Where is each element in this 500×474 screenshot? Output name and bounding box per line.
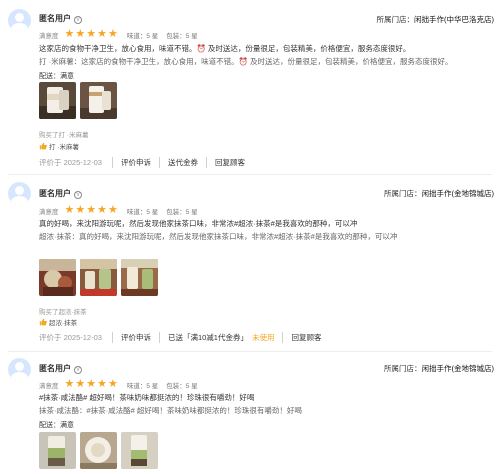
review-reply-text: 超浓·抹茶：真的好喝，来沈阳游玩呢，然后发现他家抹茶口味，非常浓#超浓·抹茶#是… — [39, 232, 398, 241]
review-photos — [39, 259, 162, 296]
coupon-status: 已送「满10减1代金券」 未使用 — [158, 332, 283, 343]
review-photo[interactable] — [39, 259, 76, 296]
delivery-rating: 配送：满意 — [39, 73, 74, 80]
star-icon: ★ — [97, 204, 107, 216]
star-icon: ★ — [75, 204, 86, 216]
review-footer: 评价于 2025-12-03 评价申诉 送代金券 回复顾客 — [39, 157, 253, 168]
avatar — [8, 358, 31, 381]
review-photo[interactable] — [39, 82, 76, 119]
review-card: 匿名用户 V 所属门店：闲拙手作(中华巴洛克店) 满意度 ★ ★ ★ ★ ★ 味道：5 星… — [0, 0, 500, 175]
taste-rating: 味道：5 星 — [126, 208, 159, 216]
star-icon: ★ — [86, 378, 97, 390]
store-name: 闲拙手作(中华巴洛克店) — [414, 15, 494, 24]
review-card: 匿名用户 V 所属门店：闲拙手作(金地锦城店) 满意度 ★ ★ ★ ★ ★ 味道：5 星 … — [0, 175, 500, 352]
send-coupon-button[interactable]: 送代金券 — [158, 157, 206, 168]
star-icon: ★ — [75, 28, 86, 40]
rating-row: 满意度 ★ ★ ★ ★ ★ 味道：5 星 包装：5 星 — [39, 379, 198, 390]
star-icon: ★ — [86, 204, 97, 216]
packaging-rating: 包装：5 星 — [166, 32, 198, 40]
bought-item-text: 购买了打 ·米麻薯 — [39, 132, 89, 139]
star-icon: ★ — [97, 378, 107, 390]
product-name: 打 ·米麻薯 — [49, 144, 79, 151]
store-info: 所属门店：闲拙手作(中华巴洛克店) — [376, 15, 495, 24]
satisfaction-label: 满意度 — [39, 32, 59, 40]
review-footer: 评价于 2025-12-03 评价申诉 已送「满10减1代金券」 未使用 回复顾客 — [39, 332, 329, 343]
satisfaction-label: 满意度 — [39, 382, 59, 390]
product-tag[interactable]: 超浓·抹茶 — [39, 317, 77, 327]
review-text: #抹茶·咸法酪# 超好喝！茶味奶味都挺浓的！珍珠很有嚼劲！好喝 — [39, 393, 255, 402]
taste-rating: 味道：5 星 — [126, 382, 159, 390]
review-text: 真的好喝，来沈阳游玩呢，然后发现他家抹茶口味，非常浓#超浓·抹茶#是我喜欢的那种… — [39, 219, 358, 228]
review-photo[interactable] — [121, 432, 158, 469]
reply-customer-button[interactable]: 回复顾客 — [282, 332, 329, 343]
star-icon: ★ — [86, 28, 97, 40]
star-icon: ★ — [108, 28, 118, 40]
verified-icon: V — [74, 191, 82, 199]
verified-icon: V — [74, 16, 82, 24]
review-date: 评价于 2025-12-03 — [39, 158, 102, 167]
review-text: 这家店的食物干净卫生，放心食用，味道不错。⏰ 及时送达，份量很足，包装精美，价格… — [39, 44, 411, 53]
star-rating: ★ ★ ★ ★ ★ — [65, 379, 119, 390]
coupon-unused-badge: 未使用 — [251, 333, 275, 342]
star-rating: ★ ★ ★ ★ ★ — [65, 205, 119, 216]
review-photo[interactable] — [121, 259, 158, 296]
product-name: 超浓·抹茶 — [49, 320, 78, 327]
review-photo[interactable] — [80, 259, 117, 296]
appeal-review-button[interactable]: 评价申诉 — [111, 332, 159, 343]
review-photo[interactable] — [80, 432, 117, 469]
review-photo[interactable] — [39, 432, 76, 469]
appeal-review-button[interactable]: 评价申诉 — [111, 157, 159, 168]
store-name: 闲拙手作(金地锦城店) — [421, 364, 495, 373]
store-info: 所属门店：闲拙手作(金地锦城店) — [384, 189, 495, 198]
delivery-rating: 配送：满意 — [39, 422, 74, 429]
star-icon: ★ — [64, 28, 75, 40]
store-name: 闲拙手作(金地锦城店) — [421, 189, 495, 198]
store-info: 所属门店：闲拙手作(金地锦城店) — [384, 364, 495, 373]
verified-icon: V — [74, 366, 82, 374]
rating-row: 满意度 ★ ★ ★ ★ ★ 味道：5 星 包装：5 星 — [39, 29, 198, 40]
review-photos — [39, 432, 162, 469]
username: 匿名用户 V — [39, 188, 82, 199]
star-icon: ★ — [64, 378, 75, 390]
star-icon: ★ — [75, 378, 86, 390]
star-icon: ★ — [108, 378, 118, 390]
review-photos — [39, 82, 121, 119]
username: 匿名用户 V — [39, 363, 82, 374]
star-icon: ★ — [97, 28, 107, 40]
thumb-up-icon — [39, 142, 47, 150]
bought-item-text: 购买了超浓·抹茶 — [39, 309, 87, 316]
review-photo[interactable] — [80, 82, 117, 119]
star-icon: ★ — [108, 204, 118, 216]
packaging-rating: 包装：5 星 — [166, 208, 198, 216]
review-reply-text: 抹茶·咸法酪：#抹茶·咸法酪# 超好喝！茶味奶味都挺浓的！珍珠很有嚼劲！好喝 — [39, 406, 302, 415]
packaging-rating: 包装：5 星 — [166, 382, 198, 390]
rating-row: 满意度 ★ ★ ★ ★ ★ 味道：5 星 包装：5 星 — [39, 205, 198, 216]
star-rating: ★ ★ ★ ★ ★ — [65, 29, 119, 40]
reply-customer-button[interactable]: 回复顾客 — [205, 157, 253, 168]
review-card: 匿名用户 V 所属门店：闲拙手作(金地锦城店) 满意度 ★ ★ ★ ★ ★ 味道：5 星 … — [0, 352, 500, 474]
taste-rating: 味道：5 星 — [126, 32, 159, 40]
username: 匿名用户 V — [39, 13, 82, 24]
satisfaction-label: 满意度 — [39, 208, 59, 216]
product-tag[interactable]: 打 ·米麻薯 — [39, 141, 79, 151]
star-icon: ★ — [64, 204, 75, 216]
review-date: 评价于 2025-12-03 — [39, 333, 102, 342]
avatar — [8, 182, 31, 205]
avatar — [8, 9, 31, 32]
review-reply-text: 打 ·米麻薯：这家店的食物干净卫生，放心食用，味道不错。⏰ 及时送达，份量很足，… — [39, 57, 453, 66]
thumb-up-icon — [39, 318, 47, 326]
